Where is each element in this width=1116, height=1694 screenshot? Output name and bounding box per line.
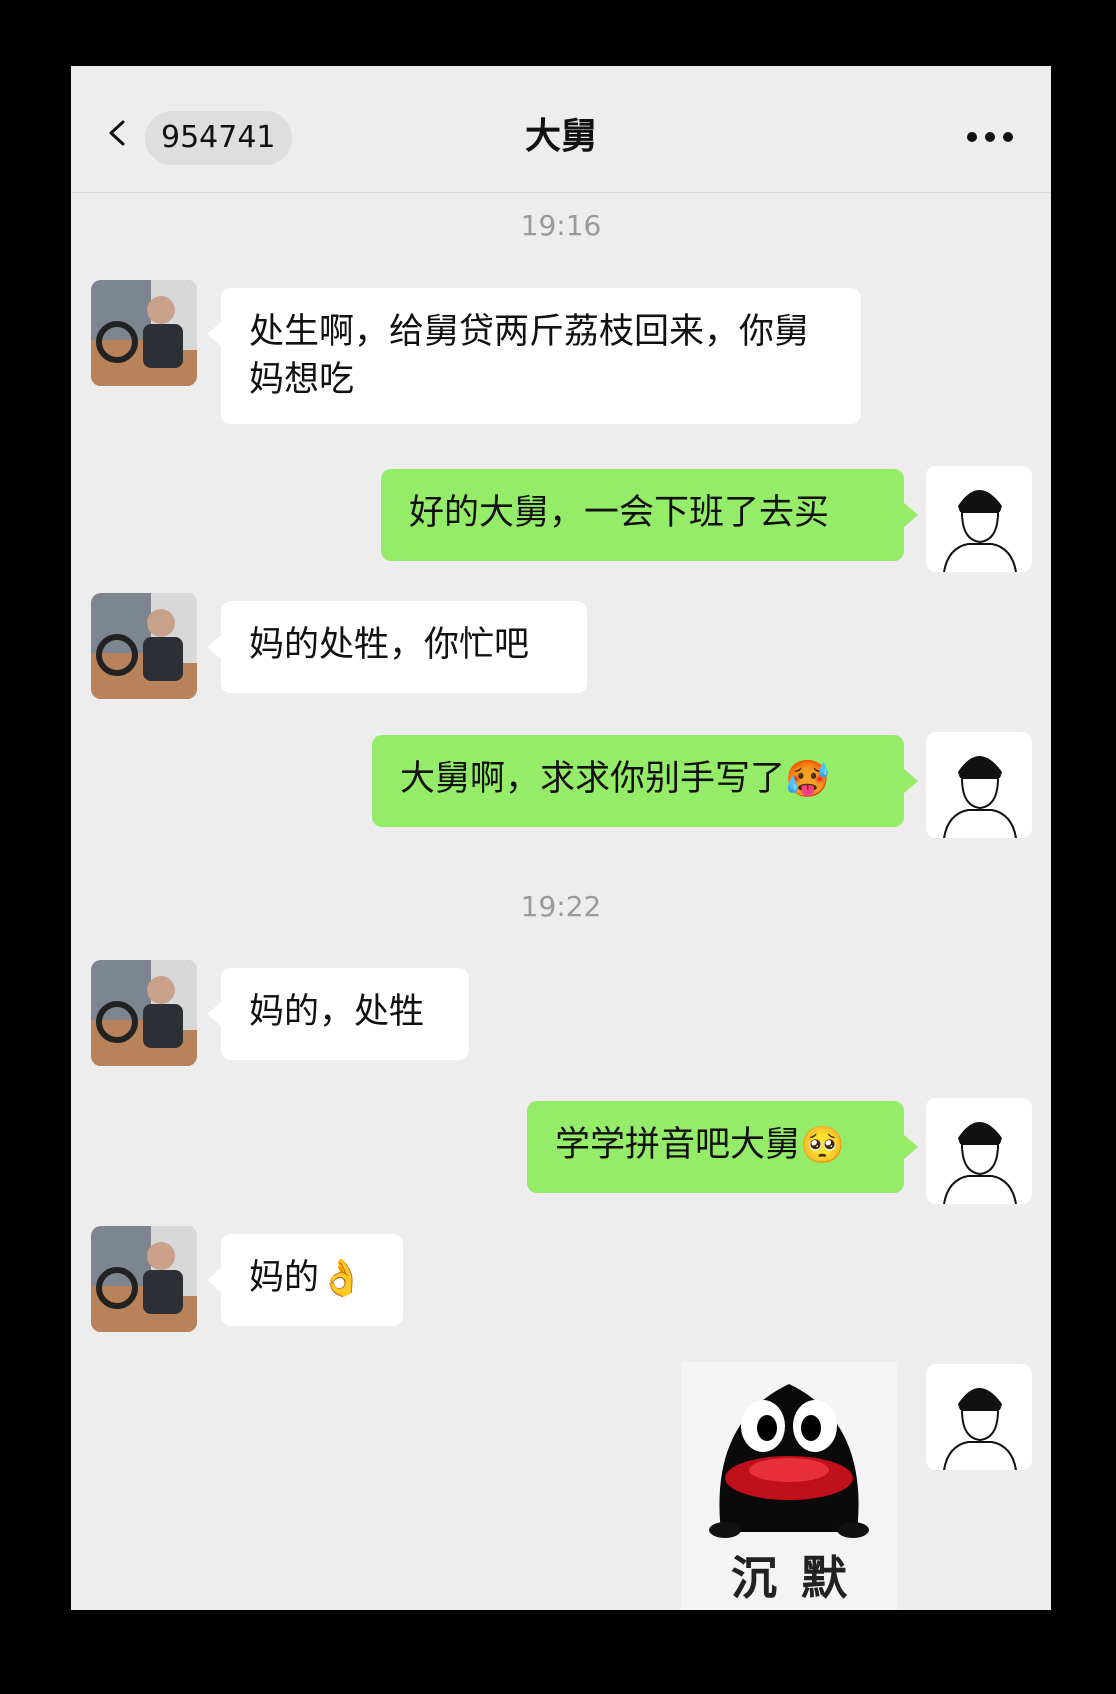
contact-avatar[interactable] [91,593,197,699]
chat-title: 大舅 [524,116,597,157]
user-avatar[interactable] [926,732,1032,838]
message-text: 处生啊，给舅贷两斤荔枝回来，你舅妈想吃 [249,312,810,400]
outgoing-message[interactable]: 好的大舅，一会下班了去买 [381,469,918,561]
more-options-icon[interactable] [967,130,1015,146]
ok-hand-emoji-icon: 👌 [319,1258,364,1299]
penguin-sticker-icon [709,1384,869,1538]
message-text: 妈的，处牲 [249,992,425,1032]
hot-face-emoji-icon: 🥵 [785,759,830,800]
message-text: 妈的处牲，你忙吧 [249,625,530,665]
pleading-face-emoji-icon: 🥺 [800,1125,845,1166]
incoming-message[interactable]: 妈的，处牲 [207,968,469,1060]
sticker-message[interactable]: 沉默 [681,1362,897,1610]
contact-avatar[interactable] [91,960,197,1066]
sticker-caption: 沉默 [731,1551,871,1605]
message-text: 妈的 [249,1258,320,1298]
chat-screen: 954741 大舅 19:16 处生啊，给舅贷两斤荔枝回来，你舅妈想吃 好的大舅… [71,66,1051,1610]
user-avatar[interactable] [926,1098,1032,1204]
message-timestamp: 19:22 [520,890,602,923]
incoming-message[interactable]: 妈的👌 [207,1234,403,1326]
outgoing-message[interactable]: 大舅啊，求求你别手写了🥵 [372,735,918,827]
message-timestamp: 19:16 [520,209,602,242]
message-text: 学学拼音吧大舅 [555,1125,801,1165]
message-text: 好的大舅，一会下班了去买 [409,493,830,533]
chat-header: 954741 大舅 [71,66,1051,193]
user-avatar[interactable] [926,466,1032,572]
contact-avatar[interactable] [91,280,197,386]
user-avatar[interactable] [926,1364,1032,1470]
incoming-message[interactable]: 处生啊，给舅贷两斤荔枝回来，你舅妈想吃 [207,288,861,424]
incoming-message[interactable]: 妈的处牲，你忙吧 [207,601,587,693]
message-text: 大舅啊，求求你别手写了 [400,759,786,799]
outgoing-message[interactable]: 学学拼音吧大舅🥺 [527,1101,918,1193]
contact-avatar[interactable] [91,1226,197,1332]
